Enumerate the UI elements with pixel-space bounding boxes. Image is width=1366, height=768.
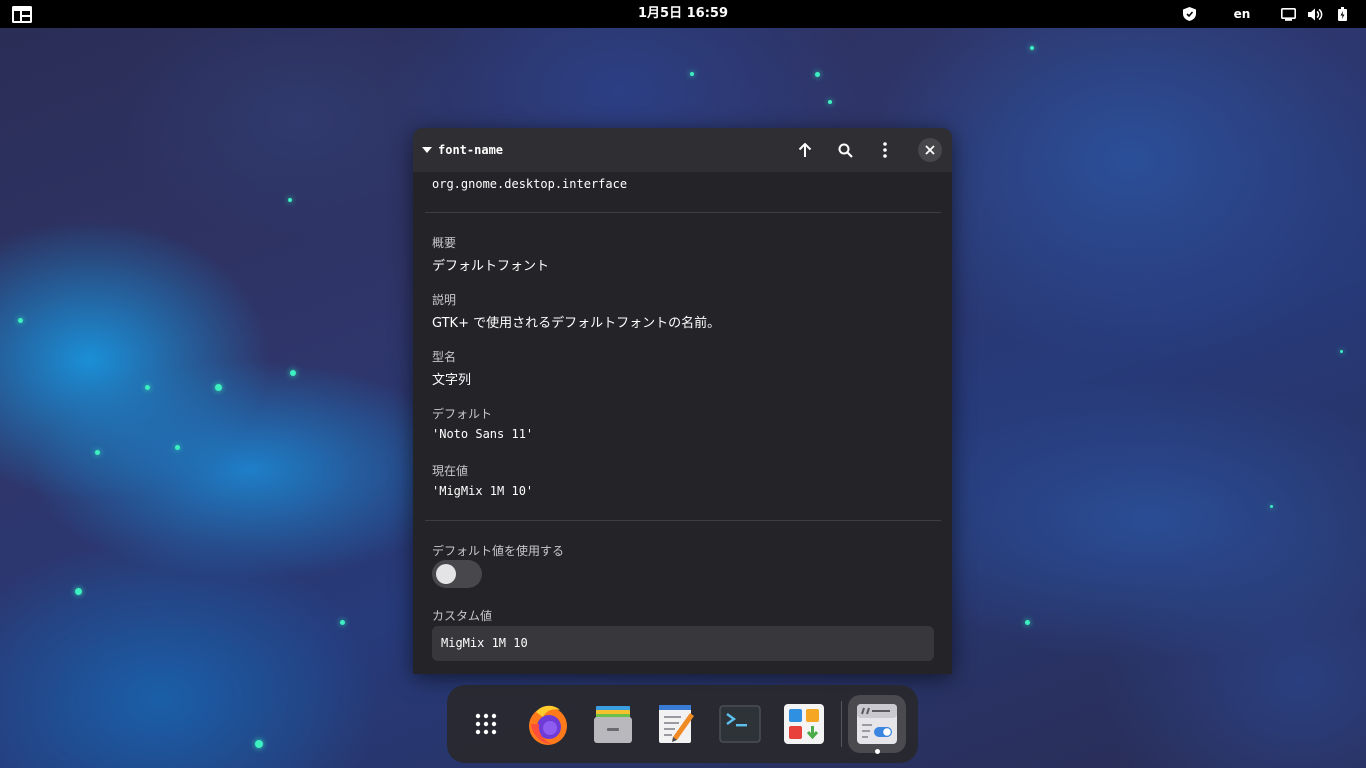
text-editor-icon[interactable]: [647, 695, 705, 753]
divider: [425, 520, 941, 521]
wallpaper-speck: [175, 445, 180, 450]
files-icon[interactable]: [584, 695, 642, 753]
language-indicator[interactable]: en: [1230, 0, 1254, 28]
chevron-down-icon: [422, 147, 432, 153]
current-label: 現在値: [432, 464, 469, 478]
window-title: font-name: [438, 143, 504, 157]
top-bar: 1月5日 16:59 en: [0, 0, 1366, 28]
firefox-icon[interactable]: [519, 695, 577, 753]
type-label: 型名: [432, 350, 457, 364]
wallpaper-speck: [1340, 350, 1343, 353]
current-value: 'MigMix 1M 10': [432, 484, 534, 498]
schema-path: org.gnome.desktop.interface: [432, 177, 628, 191]
toggle-knob: [436, 564, 456, 584]
description-label: 説明: [432, 293, 457, 307]
wallpaper-speck: [1025, 620, 1030, 625]
search-icon[interactable]: [833, 138, 857, 162]
use-default-label: デフォルト値を使用する: [432, 544, 565, 558]
wallpaper-speck: [255, 740, 263, 748]
volume-icon[interactable]: [1306, 0, 1324, 28]
shield-icon[interactable]: [1180, 0, 1198, 28]
dock: [447, 685, 918, 763]
summary-label: 概要: [432, 236, 457, 250]
key-title-dropdown[interactable]: font-name: [422, 128, 503, 172]
app-grid-icon[interactable]: [457, 695, 515, 753]
custom-value-label: カスタム値: [432, 609, 493, 623]
wallpaper-speck: [75, 588, 82, 595]
terminal-icon[interactable]: [711, 695, 769, 753]
close-button[interactable]: [918, 138, 942, 162]
summary-value: デフォルトフォント: [432, 259, 550, 274]
dconf-editor-icon[interactable]: [848, 695, 906, 753]
wallpaper-speck: [95, 450, 100, 455]
description-value: GTK+ で使用されるデフォルトフォントの名前。: [432, 316, 721, 331]
custom-value-input[interactable]: MigMix 1M 10: [432, 626, 934, 661]
desktop-background: 1月5日 16:59 en font-name org.gnome.deskto…: [0, 0, 1366, 768]
wallpaper-speck: [18, 318, 23, 323]
wallpaper-speck: [690, 72, 694, 76]
divider: [425, 212, 941, 213]
default-value: 'Noto Sans 11': [432, 427, 534, 441]
clock[interactable]: 1月5日 16:59: [0, 0, 1366, 28]
arrow-up-icon[interactable]: [793, 138, 817, 162]
battery-charging-icon[interactable]: [1334, 0, 1350, 28]
wallpaper-speck: [815, 72, 820, 77]
wallpaper-speck: [145, 385, 150, 390]
dock-separator: [841, 701, 842, 747]
header-bar: font-name: [413, 128, 952, 172]
screen-icon[interactable]: [1279, 0, 1297, 28]
software-icon[interactable]: [775, 695, 833, 753]
type-value: 文字列: [432, 373, 472, 388]
kebab-menu-icon[interactable]: [873, 138, 897, 162]
wallpaper-speck: [1270, 505, 1273, 508]
dconf-editor-window: font-name org.gnome.desktop.interface 概要…: [413, 128, 952, 674]
wallpaper-speck: [828, 100, 832, 104]
default-label: デフォルト: [432, 407, 493, 421]
wallpaper-speck: [288, 198, 292, 202]
use-default-toggle[interactable]: [432, 560, 482, 588]
wallpaper-speck: [215, 384, 222, 391]
close-icon: [925, 145, 935, 155]
running-indicator: [875, 749, 880, 754]
wallpaper-speck: [1030, 46, 1034, 50]
wallpaper-speck: [340, 620, 345, 625]
wallpaper-speck: [290, 370, 296, 376]
